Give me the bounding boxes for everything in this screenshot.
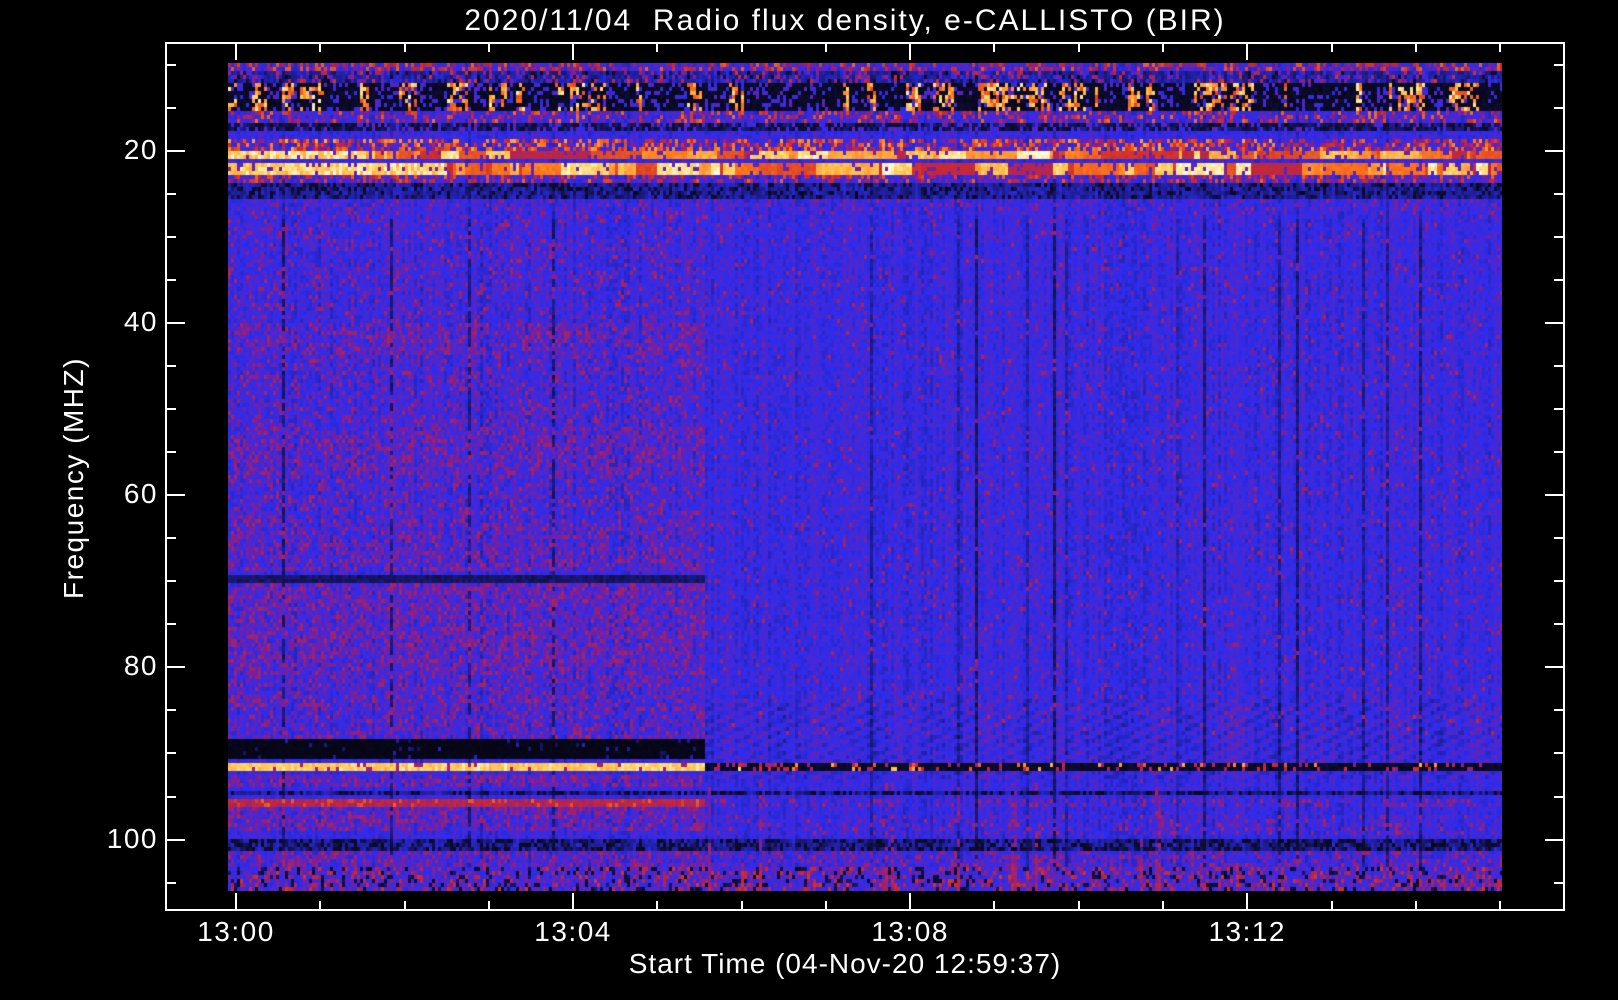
y-major-tick-right [1545, 150, 1563, 152]
x-major-tick-top [1246, 44, 1249, 60]
x-major-tick [1246, 893, 1249, 909]
x-tick-label: 13:00 [197, 916, 275, 947]
y-tick-label: 20 [123, 134, 158, 165]
x-minor-tick-top [824, 44, 827, 52]
y-major-tick-right [1545, 838, 1563, 841]
y-major-tick-right [1545, 666, 1563, 669]
spectrogram-page: 2020/11/04 Radio flux density, e-CALLIST… [0, 0, 1618, 1000]
y-minor-tick [167, 709, 176, 712]
y-minor-tick-right [1554, 795, 1563, 798]
x-minor-tick [740, 901, 743, 909]
plot-frame [165, 42, 1565, 911]
x-minor-tick [403, 901, 406, 909]
y-minor-tick [167, 795, 176, 798]
x-minor-tick [1499, 901, 1502, 909]
y-minor-tick-right [1554, 623, 1563, 626]
x-minor-tick [1414, 901, 1417, 909]
x-minor-tick [487, 901, 490, 909]
x-minor-tick [1077, 901, 1080, 909]
y-tick-label: 80 [123, 650, 158, 682]
y-minor-tick [167, 451, 176, 454]
y-minor-tick-right [1554, 279, 1563, 282]
x-axis-title: Start Time (04-Nov-20 12:59:37) [628, 948, 1062, 979]
x-minor-tick [1330, 901, 1333, 909]
x-minor-tick [824, 901, 827, 909]
x-minor-tick-top [1077, 44, 1080, 52]
x-minor-tick-top [1499, 44, 1502, 52]
y-minor-tick [167, 623, 176, 626]
plot-title: 2020/11/04 Radio flux density, e-CALLIST… [464, 4, 1226, 37]
y-minor-tick-right [1554, 537, 1563, 540]
y-minor-tick-right [1554, 63, 1563, 66]
y-major-tick [167, 838, 185, 841]
x-major-tick [909, 893, 912, 909]
y-minor-tick [167, 279, 176, 282]
y-minor-tick [167, 408, 176, 411]
x-major-tick [235, 893, 237, 909]
x-tick-label: 13:12 [1208, 916, 1287, 947]
y-minor-tick-right [1554, 236, 1563, 239]
y-minor-tick [167, 193, 176, 196]
y-minor-tick [167, 881, 176, 884]
y-major-tick [167, 150, 185, 152]
y-tick-label: 100 [106, 822, 158, 854]
x-minor-tick-top [403, 44, 406, 52]
y-minor-tick-right [1554, 451, 1563, 454]
y-major-tick [167, 666, 185, 669]
y-minor-tick-right [1554, 365, 1563, 368]
y-minor-tick-right [1554, 580, 1563, 583]
x-minor-tick-top [656, 44, 659, 52]
x-minor-tick-top [740, 44, 743, 52]
x-minor-tick-top [1330, 44, 1333, 52]
y-major-tick-right [1545, 494, 1563, 497]
x-minor-tick-top [1414, 44, 1417, 52]
y-minor-tick [167, 537, 176, 540]
y-minor-tick-right [1554, 408, 1563, 411]
x-minor-tick-top [993, 44, 996, 52]
x-minor-tick-top [487, 44, 490, 52]
y-minor-tick [167, 752, 176, 755]
y-minor-tick-right [1554, 752, 1563, 755]
x-major-tick-top [572, 44, 575, 60]
y-minor-tick [167, 580, 176, 583]
x-tick-label: 13:08 [871, 916, 949, 947]
y-minor-tick-right [1554, 709, 1563, 712]
y-minor-tick-right [1554, 193, 1563, 196]
y-major-tick-right [1545, 322, 1563, 325]
x-minor-tick-top [319, 44, 322, 52]
y-major-tick [167, 322, 185, 325]
y-major-tick [167, 494, 185, 497]
y-minor-tick [167, 365, 176, 368]
x-major-tick-top [909, 44, 912, 60]
y-minor-tick-right [1554, 881, 1563, 884]
x-major-tick-top [235, 44, 237, 60]
y-tick-label: 40 [123, 306, 158, 338]
x-minor-tick [993, 901, 996, 909]
x-tick-label: 13:04 [534, 916, 612, 947]
x-minor-tick-top [1161, 44, 1164, 52]
y-minor-tick [167, 106, 176, 109]
y-minor-tick-right [1554, 106, 1563, 109]
x-minor-tick [319, 901, 322, 909]
x-minor-tick [656, 901, 659, 909]
x-minor-tick [1161, 901, 1164, 909]
y-minor-tick [167, 236, 176, 239]
y-tick-label: 60 [123, 478, 158, 510]
y-minor-tick [167, 63, 176, 66]
x-major-tick [572, 893, 575, 909]
